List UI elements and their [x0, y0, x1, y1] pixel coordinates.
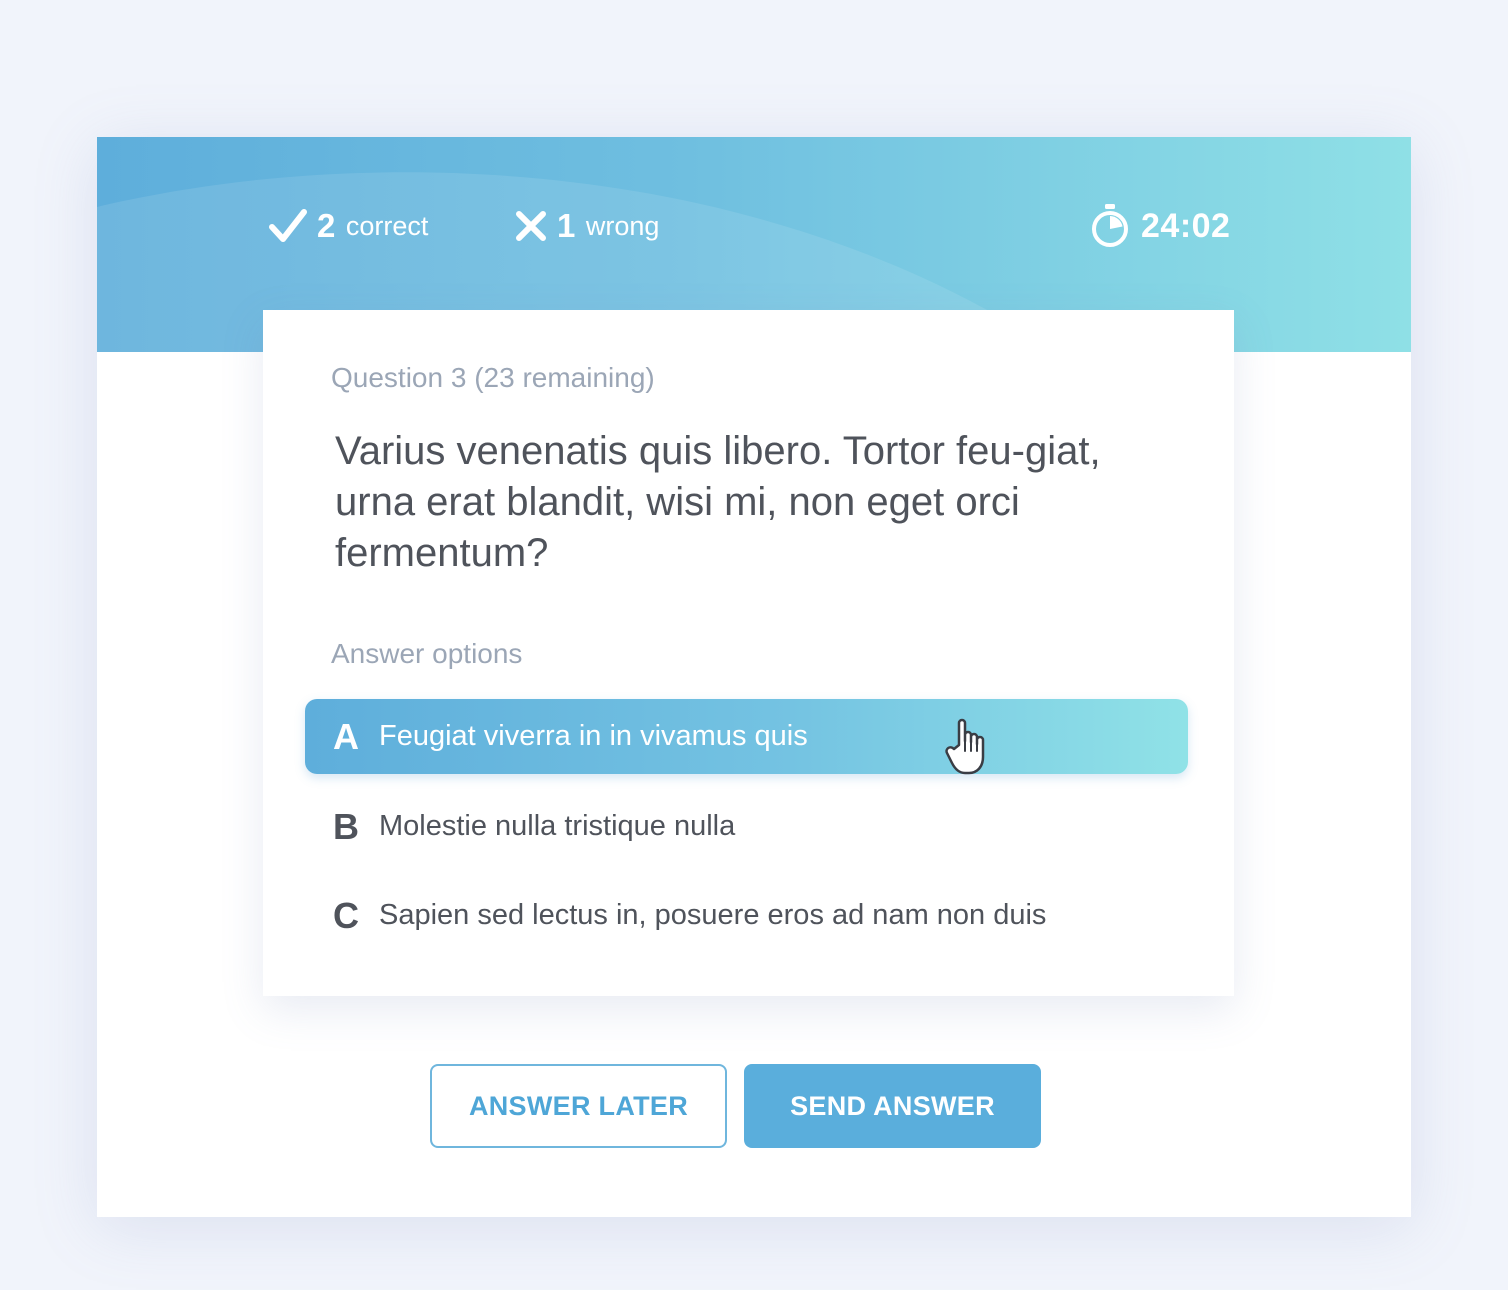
hand-pointer-icon — [945, 715, 995, 782]
option-text: Feugiat viverra in in vivamus quis — [379, 720, 808, 752]
stopwatch-icon — [1089, 203, 1131, 249]
correct-number: 2 — [317, 207, 336, 244]
wrong-label: wrong — [585, 210, 660, 241]
question-progress: Question 3 (23 remaining) — [331, 362, 655, 393]
answer-later-button[interactable]: ANSWER LATER — [430, 1064, 727, 1148]
correct-label: correct — [345, 210, 429, 241]
answer-options-label: Answer options — [331, 638, 523, 669]
answer-option-c[interactable]: C Sapien sed lectus in, posuere eros ad … — [305, 878, 1188, 953]
option-text: Molestie nulla tristique nulla — [379, 810, 736, 842]
question-text: Varius venenatis quis libero. Tortor feu… — [335, 429, 1101, 575]
wrong-number: 1 — [557, 207, 576, 244]
answer-option-b[interactable]: B Molestie nulla tristique nulla — [305, 789, 1188, 864]
quiz-window: 2 correct 1 wrong 24:02 Question 3 (23 r… — [97, 137, 1411, 1217]
checkmark-icon — [269, 208, 307, 244]
send-answer-button[interactable]: SEND ANSWER — [744, 1064, 1041, 1148]
option-text: Sapien sed lectus in, posuere eros ad na… — [379, 899, 1047, 931]
option-letter: C — [333, 894, 359, 936]
answer-option-a[interactable]: A Feugiat viverra in in vivamus quis — [305, 699, 1188, 775]
cross-icon — [515, 210, 547, 242]
option-letter: B — [333, 805, 359, 847]
wrong-count: 1 wrong — [515, 203, 659, 249]
question-card: Question 3 (23 remaining) Varius venenat… — [263, 310, 1234, 996]
correct-count: 2 correct — [269, 203, 428, 249]
option-letter: A — [333, 715, 359, 757]
timer-value: 24:02 — [1141, 206, 1231, 245]
timer: 24:02 — [1089, 203, 1230, 249]
